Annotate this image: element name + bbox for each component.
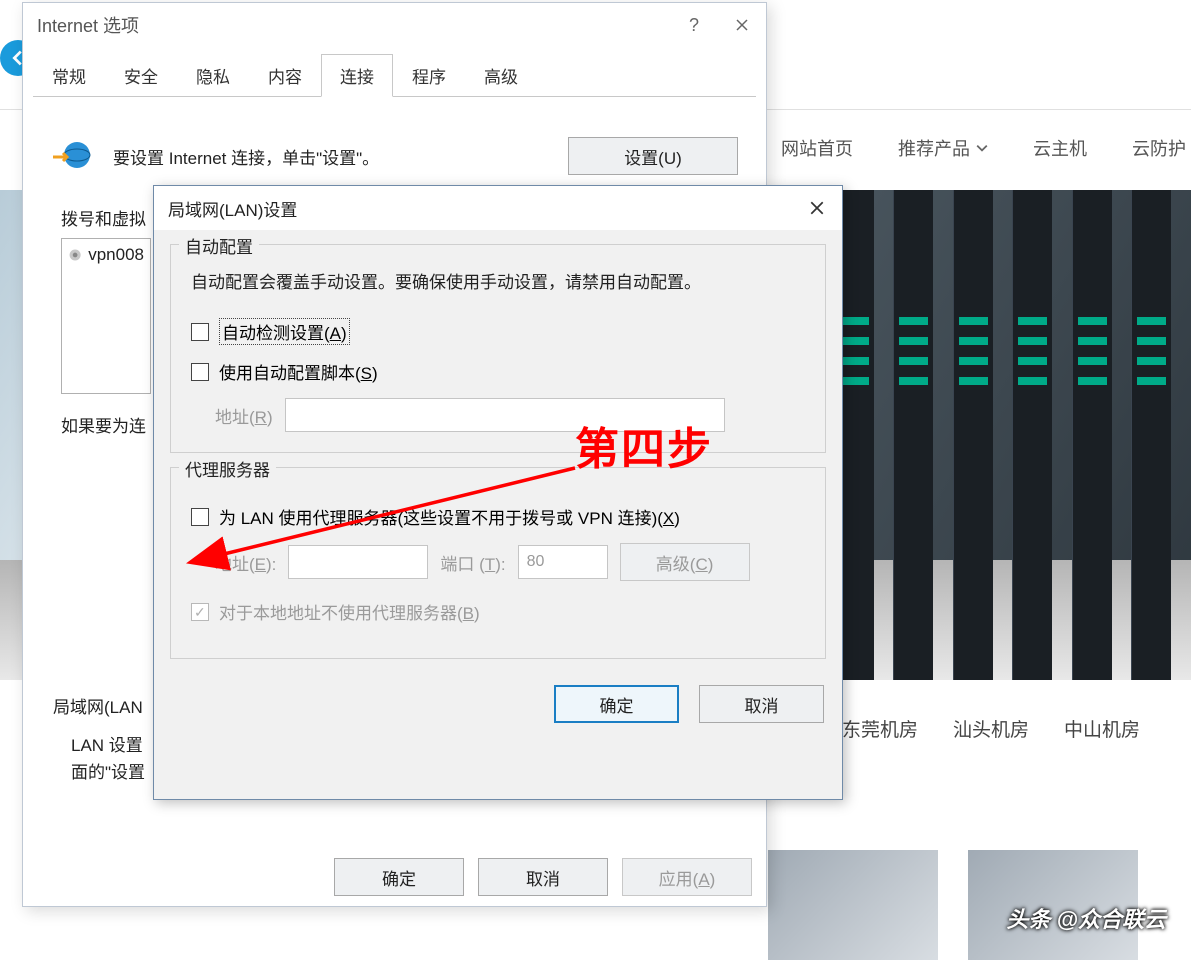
auto-script-label: 使用自动配置脚本(S) <box>219 359 378 384</box>
dc-shantou[interactable]: 汕头机房 <box>953 715 1029 742</box>
dc-dongguan[interactable]: 东莞机房 <box>842 715 918 742</box>
proxy-advanced-button: 高级(C) <box>620 543 750 581</box>
auto-detect-checkbox[interactable] <box>191 323 209 341</box>
close-icon[interactable] <box>792 186 842 230</box>
lan-desc-2: 面的"设置 <box>71 763 145 782</box>
parent-ok-button[interactable]: 确定 <box>334 858 464 896</box>
site-nav: 网站首页 推荐产品 云主机 云防护 <box>781 135 1186 161</box>
tab-advanced[interactable]: 高级 <box>465 54 537 97</box>
parent-footer: 确定 取消 应用(A) <box>23 858 766 896</box>
script-addr-label: 地址(R) <box>215 403 273 428</box>
auto-config-hint: 自动配置会覆盖手动设置。要确保使用手动设置，请禁用自动配置。 <box>191 269 809 296</box>
auto-config-group: 自动配置 自动配置会覆盖手动设置。要确保使用手动设置，请禁用自动配置。 自动检测… <box>170 244 826 453</box>
auto-script-checkbox[interactable] <box>191 363 209 381</box>
tab-programs[interactable]: 程序 <box>393 54 465 97</box>
lan-footer: 确定 取消 <box>154 673 842 739</box>
parent-cancel-button[interactable]: 取消 <box>478 858 608 896</box>
nav-cloud-protect[interactable]: 云防护 <box>1132 135 1186 161</box>
dialog-titlebar: Internet 选项 ? <box>23 3 766 47</box>
close-icon[interactable] <box>718 3 766 47</box>
tab-general[interactable]: 常规 <box>33 54 105 97</box>
lan-ok-button[interactable]: 确定 <box>554 685 679 723</box>
lan-title: 局域网(LAN)设置 <box>168 196 297 221</box>
bypass-local-checkbox <box>191 603 209 621</box>
list-item[interactable]: vpn008 <box>68 245 144 265</box>
use-proxy-label: 为 LAN 使用代理服务器(这些设置不用于拨号或 VPN 连接)(X) <box>219 504 680 529</box>
tab-privacy[interactable]: 隐私 <box>177 54 249 97</box>
nav-cloud-host[interactable]: 云主机 <box>1033 135 1087 161</box>
tabs: 常规 安全 隐私 内容 连接 程序 高级 <box>33 53 756 97</box>
auto-config-legend: 自动配置 <box>179 233 259 258</box>
dc-zhongshan[interactable]: 中山机房 <box>1064 715 1140 742</box>
bypass-local-label: 对于本地地址不使用代理服务器(B) <box>219 599 480 624</box>
proxy-group: 代理服务器 为 LAN 使用代理服务器(这些设置不用于拨号或 VPN 连接)(X… <box>170 467 826 659</box>
lan-label: 局域网(LAN <box>53 694 145 721</box>
setup-text: 要设置 Internet 连接，单击"设置"。 <box>113 144 548 169</box>
nav-home[interactable]: 网站首页 <box>781 135 853 161</box>
card-1[interactable] <box>768 850 938 960</box>
annotation-step4: 第四步 <box>575 413 713 477</box>
proxy-port-label: 端口 (T): <box>440 550 505 575</box>
proxy-addr-input[interactable] <box>288 545 428 579</box>
proxy-addr-label: 地址(E): <box>215 550 276 575</box>
auto-detect-label: 自动检测设置(A) <box>219 318 350 345</box>
help-icon[interactable]: ? <box>670 3 718 47</box>
lan-titlebar: 局域网(LAN)设置 <box>154 186 842 230</box>
connection-icon <box>68 246 82 264</box>
proxy-legend: 代理服务器 <box>179 456 276 481</box>
tab-connections[interactable]: 连接 <box>321 54 393 97</box>
dialog-title: Internet 选项 <box>37 12 139 38</box>
nav-products[interactable]: 推荐产品 <box>898 135 988 161</box>
setup-button[interactable]: 设置(U) <box>568 137 738 175</box>
tab-content[interactable]: 内容 <box>249 54 321 97</box>
globe-icon <box>51 135 93 177</box>
lan-desc-1: LAN 设置 <box>71 736 143 755</box>
lan-settings-dialog: 局域网(LAN)设置 自动配置 自动配置会覆盖手动设置。要确保使用手动设置，请禁… <box>153 185 843 800</box>
watermark: 头条 @众合联云 <box>1006 902 1166 934</box>
proxy-port-input[interactable] <box>518 545 608 579</box>
tab-security[interactable]: 安全 <box>105 54 177 97</box>
use-proxy-checkbox[interactable] <box>191 508 209 526</box>
parent-apply-button: 应用(A) <box>622 858 752 896</box>
connections-list[interactable]: vpn008 <box>61 238 151 394</box>
lan-cancel-button[interactable]: 取消 <box>699 685 824 723</box>
